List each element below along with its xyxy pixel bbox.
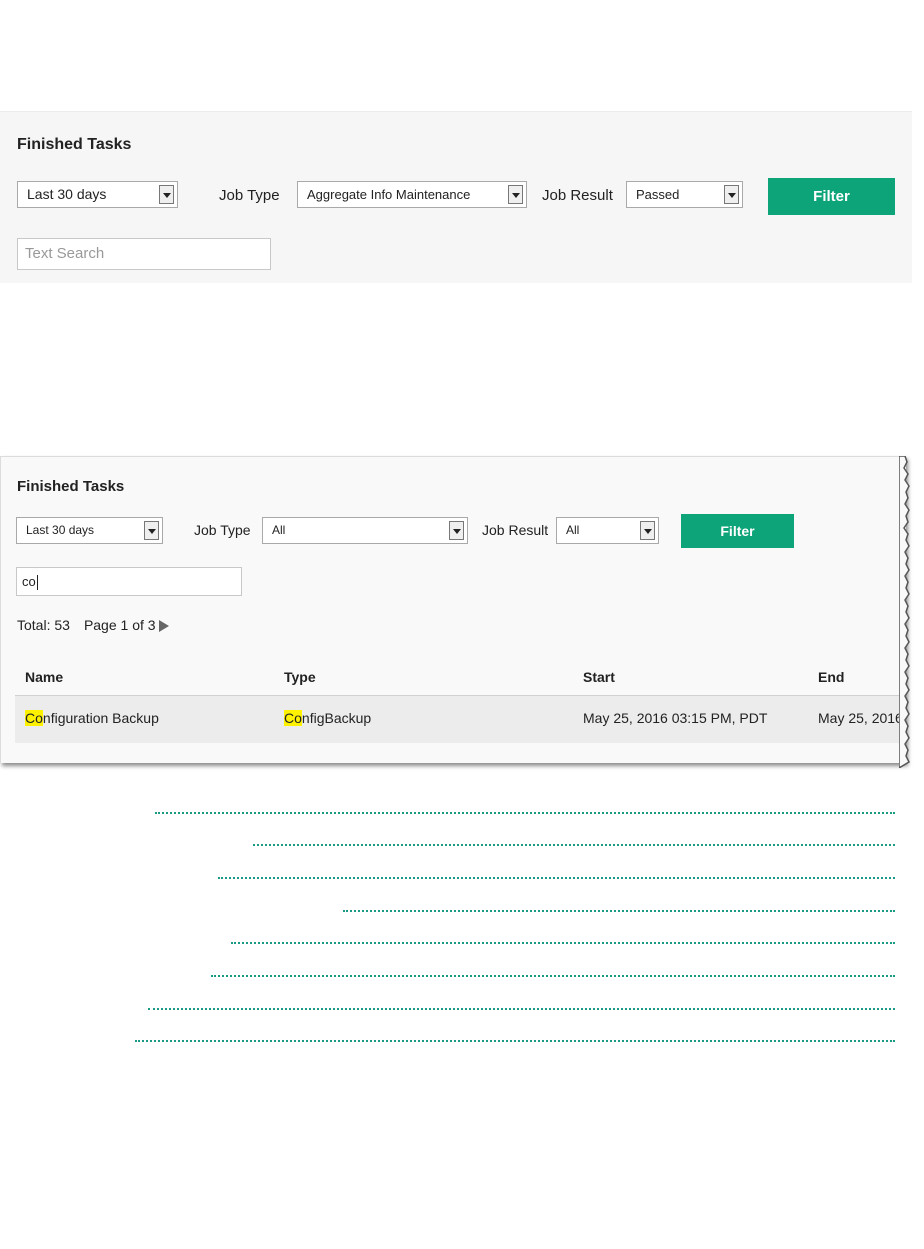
job-type-select-value: Aggregate Info Maintenance: [307, 187, 471, 202]
cell-type-text: nfigBackup: [301, 710, 372, 726]
column-header-name[interactable]: Name: [25, 669, 63, 685]
chevron-down-icon[interactable]: [724, 185, 739, 204]
column-header-end[interactable]: End: [818, 669, 844, 685]
job-result-label: Job Result: [542, 187, 613, 204]
toc-leader-dots: [155, 812, 895, 814]
job-type-select-value: All: [272, 523, 286, 537]
job-result-select[interactable]: Passed: [626, 181, 743, 208]
search-match-highlight: Co: [284, 710, 302, 726]
text-search-value: co: [22, 574, 36, 589]
chevron-down-icon[interactable]: [508, 185, 523, 204]
column-header-start[interactable]: Start: [583, 669, 615, 685]
cell-type: ConfigBackup: [284, 710, 371, 726]
chevron-down-icon[interactable]: [449, 521, 464, 540]
period-select[interactable]: Last 30 days: [17, 181, 178, 208]
toc-leader-dots: [253, 844, 895, 846]
panel-title: Finished Tasks: [17, 136, 132, 153]
job-type-select[interactable]: All: [262, 517, 468, 544]
finished-tasks-panel-top: Finished Tasks Last 30 days Job Type Agg…: [0, 111, 912, 283]
chevron-down-icon[interactable]: [144, 521, 159, 540]
chevron-down-icon[interactable]: [640, 521, 655, 540]
filter-button[interactable]: Filter: [681, 514, 794, 548]
job-type-label: Job Type: [194, 522, 251, 538]
job-result-select-value: All: [566, 523, 580, 537]
toc-leader-dots: [231, 942, 895, 944]
text-search-input[interactable]: Text Search: [17, 238, 271, 270]
cell-name: Configuration Backup: [25, 710, 159, 726]
text-caret: [36, 575, 38, 591]
job-result-label: Job Result: [482, 522, 549, 538]
text-search-input[interactable]: co: [16, 567, 242, 596]
total-count: Total: 53: [17, 617, 70, 633]
job-type-select[interactable]: Aggregate Info Maintenance: [297, 181, 527, 208]
torn-edge-decoration: [899, 456, 910, 768]
cell-start: May 25, 2016 03:15 PM, PDT: [583, 710, 768, 726]
finished-tasks-panel-results: Finished Tasks Last 30 days Job Type All…: [0, 456, 906, 763]
period-select[interactable]: Last 30 days: [16, 517, 163, 544]
chevron-down-icon[interactable]: [159, 185, 174, 204]
panel-title: Finished Tasks: [17, 478, 125, 495]
search-match-highlight: Co: [25, 710, 43, 726]
column-header-type[interactable]: Type: [284, 669, 316, 685]
period-select-value: Last 30 days: [26, 523, 95, 537]
job-result-select-value: Passed: [636, 187, 680, 202]
toc-leader-dots: [218, 877, 895, 879]
next-page-arrow-icon[interactable]: [158, 620, 169, 633]
cell-name-text: nfiguration Backup: [42, 710, 159, 726]
job-result-select[interactable]: All: [556, 517, 659, 544]
toc-leader-dots: [211, 975, 895, 977]
toc-leader-dots: [135, 1040, 895, 1042]
filter-button[interactable]: Filter: [768, 178, 895, 215]
pagination: Total: 53 Page 1 of 3: [17, 617, 169, 633]
toc-leader-dots: [148, 1008, 895, 1010]
page-indicator: Page 1 of 3: [83, 617, 156, 633]
period-select-value: Last 30 days: [27, 186, 107, 202]
cell-end: May 25, 2016: [818, 710, 903, 726]
job-type-label: Job Type: [219, 187, 280, 204]
table-row[interactable]: Configuration Backup ConfigBackup May 25…: [15, 695, 905, 743]
toc-leader-dots: [343, 910, 895, 912]
